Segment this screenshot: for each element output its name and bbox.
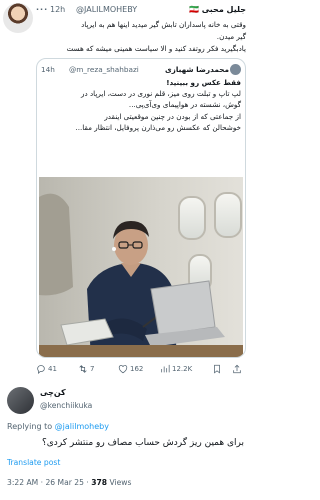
- tweet-text: وقتی به خانه پاسداران تابش گیر میدید این…: [36, 19, 247, 55]
- reply-author-name[interactable]: کن‌چی: [40, 387, 66, 399]
- tweet-header: ··· 12h @JALILMOHEBY جلیل محبی 🇮🇷: [36, 3, 246, 17]
- author-name[interactable]: جلیل محبی 🇮🇷: [189, 3, 246, 17]
- quoted-text-line: خوشحالن که عکسش رو می‌ذارن پروفایل، انتظ…: [75, 122, 241, 132]
- reply-button[interactable]: 41: [36, 362, 57, 376]
- tweet-text-line: وقتی به خانه پاسداران تابش گیر میدید این…: [81, 20, 246, 29]
- retweet-count: 7: [90, 365, 95, 373]
- views-count: 12.2K: [172, 365, 193, 373]
- bookmark-icon: [214, 364, 220, 374]
- tweet-action-bar: 41 7 162 12.2K: [36, 362, 246, 376]
- reply-views-label: Views: [107, 478, 132, 487]
- bookmark-button[interactable]: [212, 362, 222, 376]
- replying-to-link[interactable]: @jalilmoheby: [55, 422, 109, 431]
- heart-icon: [118, 365, 128, 374]
- like-button[interactable]: 162: [118, 362, 143, 376]
- reply-author-avatar[interactable]: [7, 387, 34, 414]
- replying-to-line: Replying to @jalilmoheby: [7, 421, 109, 433]
- quoted-text-line: از جماعتی که از بودن در چنین موقعیتی این…: [104, 111, 241, 121]
- translate-post-link[interactable]: Translate post: [7, 457, 60, 469]
- share-button[interactable]: [232, 362, 242, 376]
- quoted-tweet-text: فقط عکس رو ببینید! لپ تاپ و تبلت روی میز…: [41, 77, 241, 133]
- reply-text: برای همین ریز گردش حساب مصاف رو منتشر کر…: [41, 438, 244, 448]
- reply-count: 41: [48, 365, 57, 373]
- tweet-text-line: یادبگیرید فکر روتفد کنید و الا سیاست همی…: [66, 44, 247, 53]
- reply-icon: [37, 365, 45, 374]
- replying-to-label: Replying to: [7, 422, 53, 431]
- views-chart-icon: [161, 364, 170, 373]
- views-button[interactable]: 12.2K: [160, 362, 192, 376]
- quoted-text-line: لپ تاپ و تبلت روی میز، قلم نوری در دست، …: [81, 89, 241, 99]
- reply-author-handle[interactable]: @kenchiikuka: [40, 400, 92, 412]
- quoted-tweet-card[interactable]: 14h @m_reza_shahbazi محمدرضا شهبازی فقط …: [36, 58, 246, 358]
- quoted-author-handle[interactable]: @m_reza_shahbazi: [69, 64, 139, 76]
- retweet-button[interactable]: 7: [78, 362, 94, 376]
- author-handle[interactable]: @JALILMOHEBY: [76, 3, 137, 17]
- quoted-author-avatar[interactable]: [230, 64, 241, 75]
- quoted-text-line: گوش، نشسته در هواپیمای وی‌آی‌پی...: [128, 100, 241, 110]
- reply-views-count: 378: [91, 478, 108, 487]
- more-options-icon[interactable]: ···: [36, 3, 48, 17]
- quoted-tweet-header: 14h @m_reza_shahbazi محمدرضا شهبازی: [41, 64, 241, 76]
- tweet-text-line: گیر میدن.: [216, 32, 246, 41]
- author-avatar[interactable]: [3, 3, 33, 33]
- reply-meta: 3:22 AM · 26 Mar 25 · 378 Views: [7, 477, 131, 489]
- reply-timestamp[interactable]: 3:22 AM · 26 Mar 25 ·: [7, 478, 91, 487]
- quoted-tweet-photo[interactable]: [39, 177, 243, 358]
- share-icon: [233, 364, 241, 374]
- quoted-author-name[interactable]: محمدرضا شهبازی: [165, 64, 229, 76]
- quoted-text-line: فقط عکس رو ببینید!: [166, 78, 241, 87]
- like-count: 162: [130, 365, 144, 373]
- retweet-icon: [79, 365, 87, 373]
- tweet-time[interactable]: 12h: [50, 3, 65, 17]
- quoted-tweet-time[interactable]: 14h: [41, 64, 55, 76]
